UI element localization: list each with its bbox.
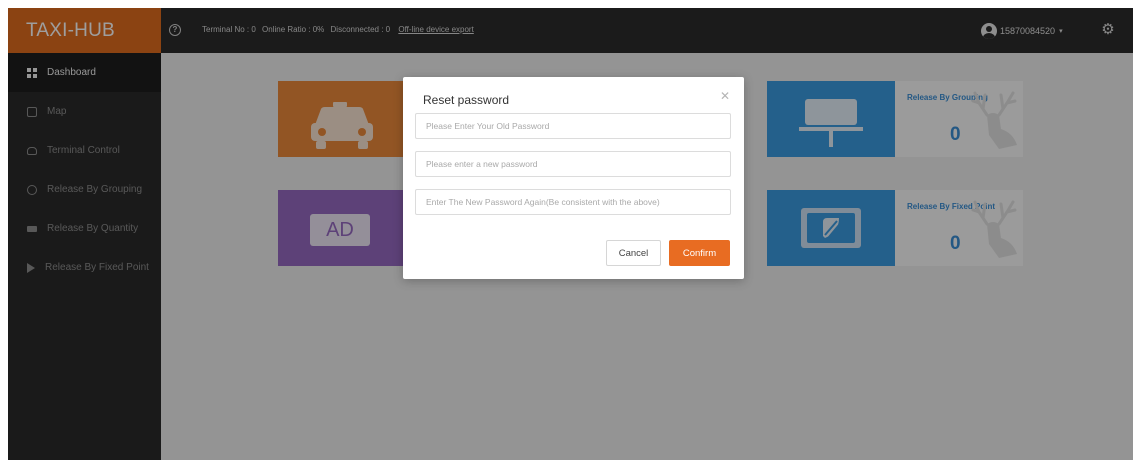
old-password-input[interactable]: [415, 113, 731, 139]
app-window: TAXI-HUB ? Terminal No : 0 Online Ratio …: [8, 8, 1133, 460]
cancel-button[interactable]: Cancel: [606, 240, 661, 266]
confirm-button[interactable]: Confirm: [669, 240, 730, 266]
close-icon[interactable]: ✕: [720, 89, 730, 103]
new-password-input[interactable]: [415, 151, 731, 177]
reset-password-dialog: Reset password ✕ Cancel Confirm: [403, 77, 744, 279]
dialog-title: Reset password: [423, 93, 510, 107]
confirm-password-input[interactable]: [415, 189, 731, 215]
